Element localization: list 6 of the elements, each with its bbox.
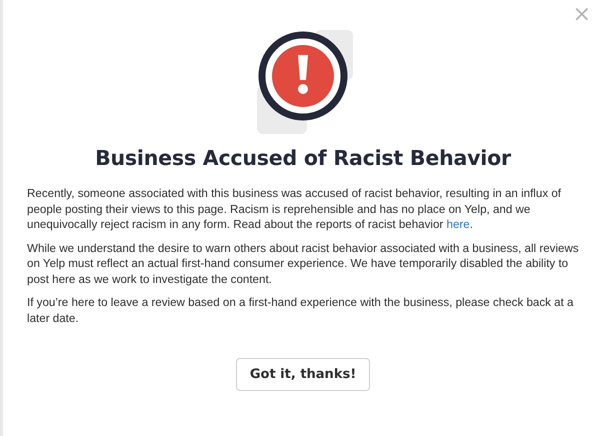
paragraph: If you’re here to leave a review based on a first-hand experience with the business, please check back at a later date. bbox=[27, 295, 575, 326]
link[interactable]: here bbox=[446, 218, 470, 231]
dialog-title: Business Accused of Racist Behavior bbox=[95, 146, 511, 170]
paragraph: While we understand the desire to warn others about racist behavior associated with a business, all reviews on Yelp must reflect an actual first-hand consumer experience. We have temporarily disabled the ability to post here as we work to investigate the content. bbox=[27, 240, 579, 287]
paragraph: Recently, someone associated with this business was accused of racist behavior, resulting in an influx of people posting their views to this page. Racism is reprehensible and has no place on Yelp, and we unequivocally reject racism in any form. Read about the reports of racist behavior here. bbox=[27, 186, 562, 232]
confirm-button[interactable]: Got it, thanks! bbox=[236, 358, 370, 391]
